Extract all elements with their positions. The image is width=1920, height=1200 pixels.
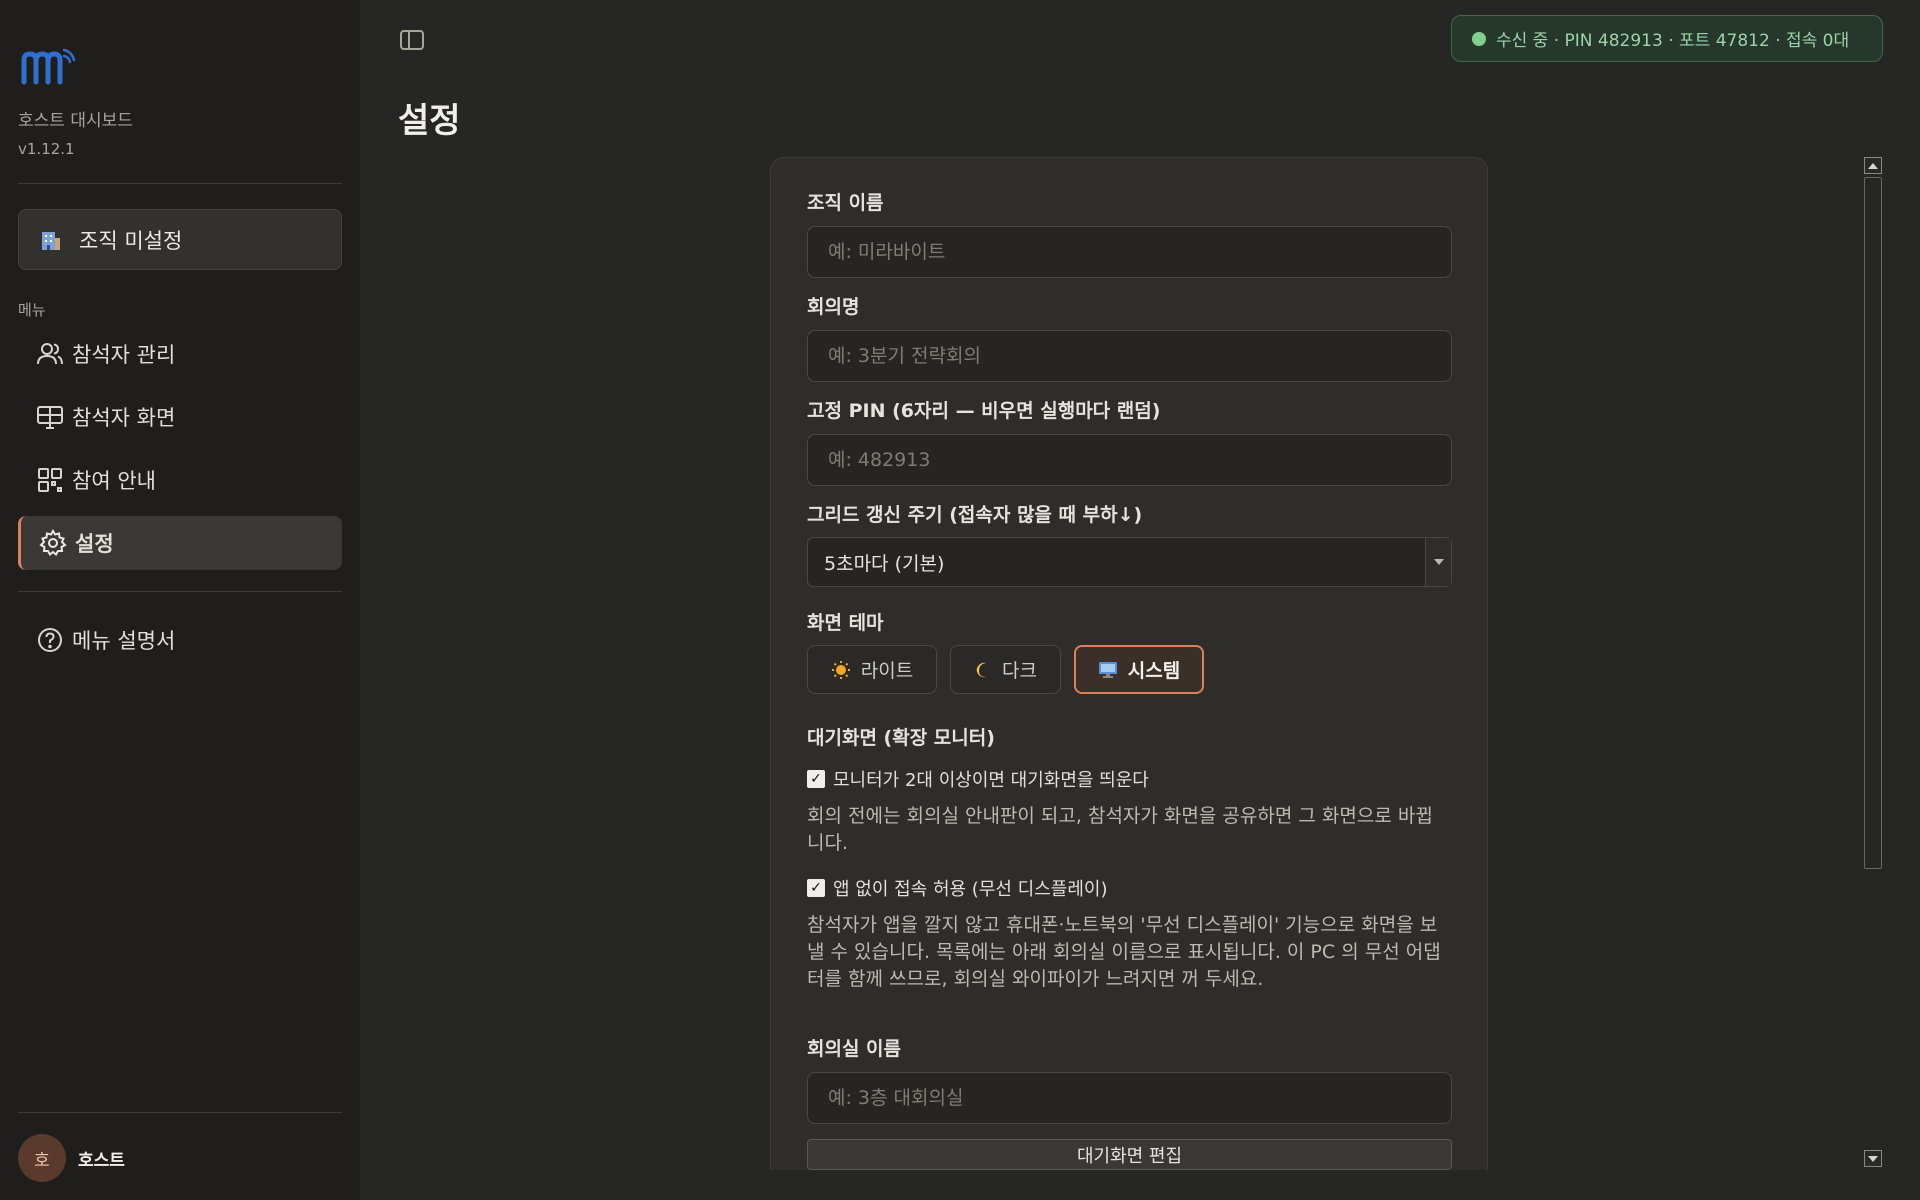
org-name-input[interactable] [807,226,1452,278]
gear-icon [39,529,67,557]
fixed-pin-input[interactable] [807,434,1452,486]
menu-section-label: 메뉴 [18,301,46,319]
meeting-name-input[interactable] [807,330,1452,382]
user-name: 호스트 [78,1150,125,1171]
moon-icon [976,662,987,677]
user-profile[interactable]: 호 호스트 [18,1134,125,1182]
qr-icon [38,468,62,492]
wireless-display-checkbox[interactable]: ✓ 앱 없이 접속 허용 (무선 디스플레이) [807,875,1108,901]
sidebar-divider [18,1112,342,1113]
page-title: 설정 [398,101,461,141]
theme-light-button[interactable]: 라이트 [807,645,937,694]
sidebar-divider [18,183,342,184]
content-clip [360,1170,1860,1200]
checkbox-check-icon: ✓ [807,770,825,788]
grid-refresh-label: 그리드 갱신 주기 (접속자 많을 때 부하↓) [807,504,1143,526]
theme-dark-label: 다크 [1002,660,1037,682]
help-circle-icon [38,628,62,652]
edit-standby-button[interactable]: 대기화면 편집 [807,1139,1452,1170]
sidebar-toggle-icon[interactable] [400,30,424,50]
scroll-up-button[interactable] [1864,157,1882,174]
checkbox-check-icon: ✓ [807,879,825,897]
app-logo [21,48,76,85]
standby-multi-monitor-label: 모니터가 2대 이상이면 대기화면을 띄운다 [833,770,1149,791]
nav-item-label: 참여 안내 [72,469,156,493]
nav-item-attendee-screens[interactable]: 참석자 화면 [18,390,342,444]
theme-system-label: 시스템 [1127,660,1181,682]
org-select-button[interactable]: 조직 미설정 [18,209,342,270]
nav-item-label: 참석자 화면 [72,406,176,430]
theme-light-label: 라이트 [860,660,914,682]
fixed-pin-label: 고정 PIN (6자리 — 비우면 실행마다 랜덤) [807,400,1161,422]
app-name: 호스트 대시보드 [18,111,133,131]
monitor-icon [1098,661,1117,678]
status-dot-icon [1472,31,1486,46]
sun-icon [831,660,850,679]
nav-item-help[interactable]: 메뉴 설명서 [18,613,342,667]
nav-item-label: 메뉴 설명서 [72,629,176,653]
building-icon [42,231,60,250]
chevron-down-icon [1425,538,1451,586]
chevron-down-icon [1868,1155,1878,1162]
sidebar-divider [18,591,342,592]
chevron-up-icon [1868,162,1878,169]
theme-system-button[interactable]: 시스템 [1074,645,1204,694]
screens-icon [37,406,63,429]
room-name-input[interactable] [807,1072,1452,1124]
room-name-label: 회의실 이름 [807,1038,902,1060]
app-version: v1.12.1 [18,140,75,158]
org-select-label: 조직 미설정 [79,228,183,253]
standby-multi-monitor-checkbox[interactable]: ✓ 모니터가 2대 이상이면 대기화면을 띄운다 [807,766,1149,792]
meeting-name-label: 회의명 [807,296,860,318]
grid-refresh-value: 5초마다 (기본) [824,552,945,575]
wireless-display-description: 참석자가 앱을 깔지 않고 휴대폰·노트북의 '무선 디스플레이' 기능으로 화… [807,914,1441,990]
nav-item-attendees[interactable]: 참석자 관리 [18,327,342,381]
nav-item-join-guide[interactable]: 참여 안내 [18,453,342,507]
users-icon [37,343,63,365]
status-text: 수신 중 · PIN 482913 · 포트 47812 · 접속 0대 [1496,31,1850,51]
nav-item-label: 설정 [75,532,114,556]
avatar: 호 [18,1134,66,1182]
scrollbar-thumb[interactable] [1864,177,1882,869]
theme-dark-button[interactable]: 다크 [950,645,1061,694]
nav-item-settings[interactable]: 설정 [18,516,342,570]
standby-description: 회의 전에는 회의실 안내판이 되고, 참석자가 화면을 공유하면 그 화면으로… [807,805,1433,854]
nav-item-label: 참석자 관리 [72,343,176,367]
status-badge: 수신 중 · PIN 482913 · 포트 47812 · 접속 0대 [1451,15,1883,62]
scroll-down-button[interactable] [1864,1150,1882,1167]
grid-refresh-select[interactable]: 5초마다 (기본) [807,537,1452,587]
sidebar: 호스트 대시보드 v1.12.1 조직 미설정 메뉴 참석자 관리 참석자 화면 [0,0,360,1200]
wireless-display-label: 앱 없이 접속 허용 (무선 디스플레이) [833,879,1108,900]
org-name-label: 조직 이름 [807,192,884,214]
standby-label: 대기화면 (확장 모니터) [807,727,995,749]
theme-label: 화면 테마 [807,612,884,634]
